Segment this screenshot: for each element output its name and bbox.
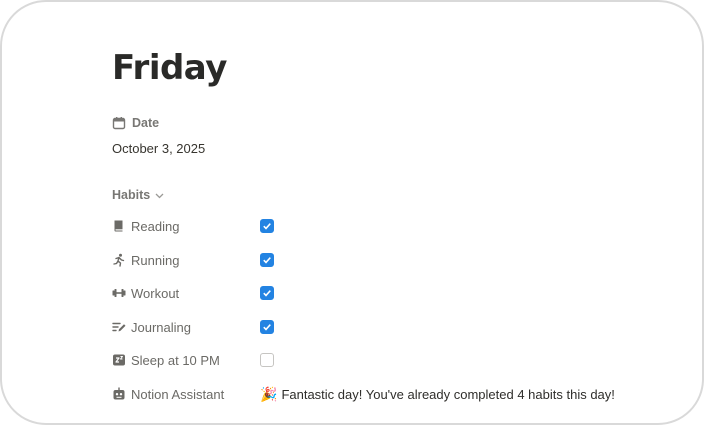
habit-name: Workout — [131, 285, 180, 301]
habit-checkbox-sleep[interactable] — [260, 353, 274, 367]
habit-name: Reading — [131, 218, 180, 234]
habit-row-journaling: Journaling — [112, 317, 672, 337]
robot-icon — [112, 387, 126, 401]
habit-checkbox-journaling[interactable] — [260, 320, 274, 334]
assistant-row: Notion Assistant 🎉 Fantastic day! You've… — [112, 384, 692, 404]
habit-label-sleep[interactable]: Sleep at 10 PM — [112, 353, 260, 368]
date-label: Date — [132, 116, 160, 130]
habits-group-toggle[interactable]: Habits — [112, 188, 165, 202]
habit-checkbox-workout[interactable] — [260, 286, 274, 300]
habit-checkbox-reading[interactable] — [260, 219, 274, 233]
party-popper-icon: 🎉 — [260, 385, 278, 402]
assistant-label[interactable]: Notion Assistant — [112, 387, 260, 402]
habit-checkbox-running[interactable] — [260, 253, 274, 267]
habit-label-workout[interactable]: Workout — [112, 286, 260, 301]
habits-group-label: Habits — [112, 188, 151, 202]
habit-name: Journaling — [131, 319, 191, 335]
assistant-message: 🎉 Fantastic day! You've already complete… — [260, 386, 615, 403]
chevron-down-icon — [154, 190, 165, 201]
calendar-icon — [112, 116, 126, 130]
book-icon — [112, 219, 126, 233]
habit-name: Sleep at 10 PM — [131, 352, 220, 368]
runner-icon — [112, 253, 126, 267]
habit-row-workout: Workout — [112, 283, 672, 303]
habit-row-sleep: Sleep at 10 PM — [112, 350, 672, 370]
assistant-message-text: Fantastic day! You've already completed … — [281, 386, 615, 402]
habit-label-journaling[interactable]: Journaling — [112, 320, 260, 335]
sleep-icon — [112, 353, 126, 367]
page-frame: Friday Date October 3, 2025 Habits Readi… — [0, 0, 704, 425]
habit-row-running: Running — [112, 250, 672, 270]
assistant-name: Notion Assistant — [131, 386, 225, 402]
date-value[interactable]: October 3, 2025 — [112, 141, 205, 156]
page-title: Friday — [112, 48, 227, 88]
habit-row-reading: Reading — [112, 216, 672, 236]
habit-label-running[interactable]: Running — [112, 253, 260, 268]
habit-label-reading[interactable]: Reading — [112, 219, 260, 234]
pen-lines-icon — [112, 320, 126, 334]
dumbbell-icon — [112, 286, 126, 300]
habit-name: Running — [131, 252, 180, 268]
date-property-label[interactable]: Date — [112, 116, 159, 130]
